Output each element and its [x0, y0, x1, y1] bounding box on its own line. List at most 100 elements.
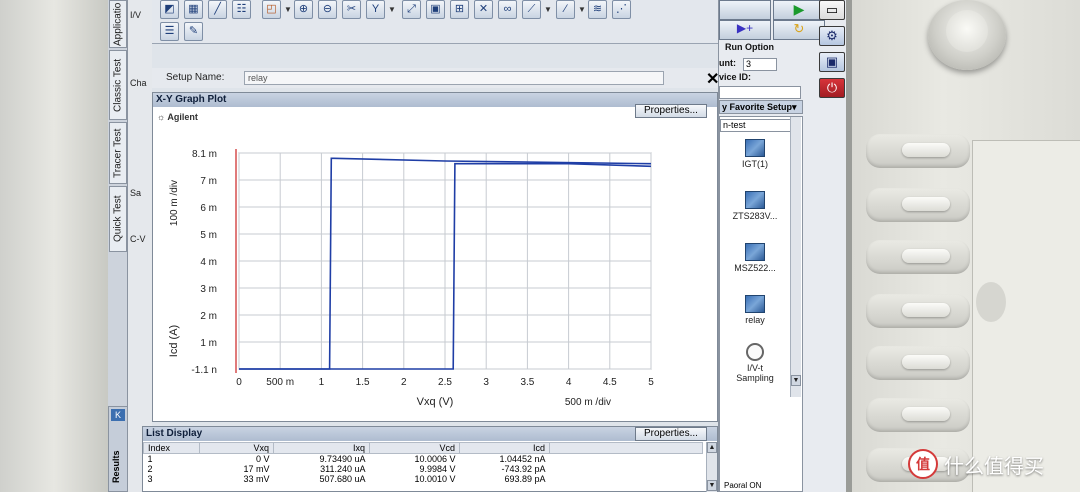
scroll-up-icon[interactable]: ▲	[707, 442, 717, 453]
table-cell: 33 mV	[243, 474, 270, 484]
column-header[interactable]: Ixq	[273, 442, 370, 454]
column-header[interactable]: Vcd	[369, 442, 460, 454]
results-tab-label: Results	[111, 450, 121, 483]
mark-icon[interactable]: ⋰	[612, 0, 631, 19]
softkey-button-6[interactable]	[866, 398, 970, 432]
tangent-dropdown-icon[interactable]: ▼	[578, 5, 586, 14]
power-icon[interactable]: ⏻	[819, 78, 845, 98]
list-properties-button[interactable]: Properties...	[635, 427, 707, 441]
y-axis-icon[interactable]: Y	[366, 0, 385, 19]
autoscale-icon[interactable]: ⤢	[402, 0, 421, 19]
x-tick-label: 3	[483, 377, 489, 388]
device-id-field[interactable]	[719, 86, 801, 99]
monitor-icon[interactable]: ▣	[819, 52, 845, 72]
sampling-label-2: Sampling	[736, 373, 774, 383]
graph-properties-button[interactable]: Properties...	[635, 104, 707, 118]
watermark-text: 什么值得买	[944, 453, 1044, 478]
softkey-button-2[interactable]	[866, 188, 970, 222]
line-fit-dropdown-icon[interactable]: ▼	[544, 5, 552, 14]
table-cell: 9.9984 V	[419, 464, 456, 474]
line-plot-icon[interactable]: ╱	[208, 0, 227, 19]
list-item[interactable]: ZTS283V...	[720, 191, 790, 221]
x-tick-label: 5	[648, 377, 654, 388]
collapse-icon[interactable]: K	[111, 409, 125, 421]
tab-application[interactable]: Applicatio	[109, 0, 127, 48]
instrument-screen: Applicatio Classic Test Tracer Test Quic…	[108, 0, 848, 492]
watermark-logo: 值	[908, 449, 938, 479]
table-row[interactable]: 2 17 mV 311.240 uA 9.9984 V -743.92 pA	[144, 464, 703, 474]
table-icon[interactable]: ☷	[232, 0, 251, 19]
connect-icon[interactable]: ⚙	[819, 26, 845, 46]
y-axis-dropdown-icon[interactable]: ▼	[388, 5, 396, 14]
tangent-icon[interactable]: ∕	[556, 0, 575, 19]
graph-icon[interactable]: ◩	[160, 0, 179, 19]
list-item[interactable]: IGT(1)	[720, 139, 790, 169]
sampling-label: I/V-t	[746, 363, 763, 373]
table-cell: 10.0006 V	[414, 454, 456, 464]
image-icon[interactable]: ▣	[426, 0, 445, 19]
column-header[interactable]: Vxq	[199, 442, 274, 454]
tools-icon[interactable]: ✂	[342, 0, 361, 19]
table-cell: 3	[147, 474, 153, 484]
count-field[interactable]: 3	[743, 58, 777, 71]
instrument-bezel-left	[0, 0, 108, 492]
edit-icon[interactable]: ✎	[184, 22, 203, 41]
marker-dropdown-icon[interactable]: ▼	[284, 5, 292, 14]
tab-quick-test[interactable]: Quick Test	[109, 186, 127, 252]
y-tick-label: -1.1 n	[191, 365, 217, 376]
column-header[interactable]: Index	[143, 442, 200, 454]
run-icon[interactable]: ▶	[773, 0, 825, 20]
repeat-run-icon[interactable]: ↻	[773, 20, 825, 40]
tab-tracer-test[interactable]: Tracer Test	[109, 122, 127, 184]
setup-name-label: Setup Name:	[166, 72, 225, 83]
setup-item-label: ZTS283V...	[732, 211, 778, 221]
favorite-scrollbar[interactable]: ▼	[790, 117, 801, 397]
front-panel-port	[976, 282, 1006, 322]
favorite-dropdown[interactable]: n-test	[720, 119, 800, 132]
table-row[interactable]: 1 0 V 9.73490 uA 10.0006 V 1.04452 nA	[144, 454, 703, 464]
scroll-down-icon[interactable]: ▼	[791, 375, 801, 386]
list-item[interactable]: relay	[720, 295, 790, 325]
softkey-button-3[interactable]	[866, 240, 970, 274]
list-icon[interactable]: ☰	[160, 22, 179, 41]
list-scrollbar[interactable]: ▲ ▼	[706, 442, 717, 492]
tab-results[interactable]: K Results	[108, 406, 128, 492]
column-header[interactable]: Icd	[459, 442, 550, 454]
cursor-icon[interactable]: ✕	[474, 0, 493, 19]
line-fit-icon[interactable]: ⟋	[522, 0, 541, 19]
setup-item-label: relay	[745, 315, 765, 325]
favorite-setup-label: y Favorite Setup	[722, 102, 793, 112]
regression-icon[interactable]: ≋	[588, 0, 607, 19]
y-tick-label: 4 m	[200, 257, 217, 268]
zoom-in-icon[interactable]: ⊕	[294, 0, 313, 19]
table-row[interactable]: 3 33 mV 507.680 uA 10.0010 V 693.89 pA	[144, 474, 703, 484]
multi-plot-icon[interactable]: ▦	[184, 0, 203, 19]
single-run-button[interactable]	[719, 0, 771, 20]
append-run-icon[interactable]: ▶+	[719, 20, 771, 40]
setup-name-field[interactable]: relay	[244, 71, 664, 85]
document-icon[interactable]: ▭	[819, 0, 845, 20]
softkey-button-4[interactable]	[866, 294, 970, 328]
tab-classic-test[interactable]: Classic Test	[109, 50, 127, 120]
x-tick-label: 4	[566, 377, 572, 388]
table-cell: 9.73490 uA	[319, 454, 366, 464]
scale-icon[interactable]: ∞	[498, 0, 517, 19]
graph-toolbar: ◩ ▦ ╱ ☷ ◰ ▼ ⊕ ⊖ ✂ Y ▼ ⤢ ▣ ⊞ ✕ ∞ ⟋ ▼ ∕ ▼ …	[152, 0, 718, 44]
list-header-row: Index Vxq Ixq Vcd Icd	[143, 442, 703, 454]
softkey-button-1[interactable]	[866, 134, 970, 168]
grid-icon[interactable]: ⊞	[450, 0, 469, 19]
favorite-setup-header[interactable]: y Favorite Setup▾	[719, 100, 803, 114]
scroll-down-icon[interactable]: ▼	[707, 480, 717, 491]
list-item[interactable]: I/V-t Sampling	[720, 343, 790, 383]
xy-plot[interactable]: 0 500 m 1 1.5 2 2.5 3 3.5 4 4.5 5 -1.1 n 1 m 2 m 3 m 4 …	[153, 123, 719, 419]
marker-icon[interactable]: ◰	[262, 0, 281, 19]
x-tick-label: 1	[319, 377, 325, 388]
zoom-out-icon[interactable]: ⊖	[318, 0, 337, 19]
bottom-status-text: Paoral ON	[724, 481, 762, 490]
x-scale-label: 500 m /div	[565, 397, 611, 408]
photo-stage: Applicatio Classic Test Tracer Test Quic…	[0, 0, 1080, 492]
run-option-label[interactable]: Run Option	[725, 42, 774, 52]
rotary-knob[interactable]	[928, 0, 1006, 70]
list-item[interactable]: MSZ522...	[720, 243, 790, 273]
softkey-button-5[interactable]	[866, 346, 970, 380]
